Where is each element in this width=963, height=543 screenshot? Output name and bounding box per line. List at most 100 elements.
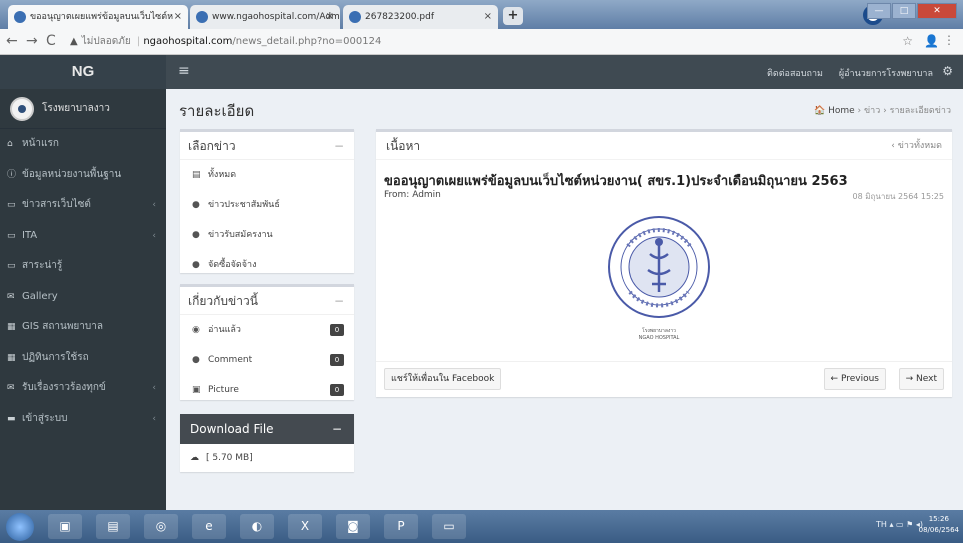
info-icon: ⓘ: [7, 169, 17, 180]
sidebar-item-label: รับเรื่องราวร้องทุกข์: [22, 382, 106, 393]
close-tab-icon[interactable]: ×: [174, 5, 182, 29]
internet-explorer-icon[interactable]: e: [192, 514, 226, 539]
sidebar-item-gallery[interactable]: ✉ Gallery: [0, 282, 166, 313]
all-news-label: ข่าวทั้งหมด: [897, 141, 942, 151]
sidebar-item-info[interactable]: ⓘ ข้อมูลหน่วยงานพื้นฐาน: [0, 160, 166, 191]
browser-menu-icon[interactable]: ⋮: [943, 33, 955, 47]
site-logo[interactable]: NG: [0, 55, 166, 89]
chrome-icon[interactable]: ◎: [144, 514, 178, 539]
contact-link[interactable]: ติดต่อสอบถาม: [767, 66, 823, 80]
content-area: รายละเอียด 🏠 Home › ข่าว › รายละเอียดข่า…: [166, 89, 963, 510]
reload-icon[interactable]: C: [46, 33, 56, 49]
excel-icon[interactable]: X: [288, 514, 322, 539]
collapse-icon[interactable]: −: [334, 287, 344, 315]
share-facebook-button[interactable]: แชร์ให้เพื่อนใน Facebook: [384, 368, 502, 390]
list-item-label: จัดซื้อจัดจ้าง: [208, 260, 257, 270]
clock[interactable]: 15:26 08/06/2564: [919, 514, 959, 536]
user-name: โรงพยาบาลงาว: [42, 103, 110, 114]
download-title: Download File: [190, 422, 274, 436]
sidebar-item-complaints[interactable]: ✉ รับเรื่องราวร้องทุกข์ ‹: [0, 373, 166, 404]
all-news-link[interactable]: ‹ ข่าวทั้งหมด: [891, 132, 942, 160]
line-icon[interactable]: ◙: [336, 514, 370, 539]
sidebar-item-knowledge[interactable]: ▭ สาระน่ารู้: [0, 251, 166, 282]
bookmark-star-icon[interactable]: ☆: [902, 34, 913, 48]
start-button[interactable]: [6, 513, 34, 541]
news-filter-jobs[interactable]: ● ข่าวรับสมัครงาน: [180, 220, 354, 250]
news-filter-procurement[interactable]: ● จัดซื้อจัดจ้าง: [180, 250, 354, 280]
seal-caption: โรงพยาบาลงาว NGAO HOSPITAL: [604, 328, 714, 342]
box-title: เลือกข่าว −: [180, 132, 354, 160]
previous-button[interactable]: ← Previous: [823, 368, 886, 390]
close-tab-icon[interactable]: ×: [484, 5, 492, 29]
taskbar-app-icon[interactable]: ▣: [48, 514, 82, 539]
clock-time: 15:26: [928, 515, 949, 523]
count-badge: 0: [330, 354, 344, 366]
taskbar-app-icon[interactable]: ▭: [432, 514, 466, 539]
avatar: [10, 97, 34, 121]
browser-tab[interactable]: www.ngaohospital.com/Admin/ ×: [190, 5, 340, 29]
comment-icon: ●: [192, 355, 200, 365]
download-header: Download File −: [180, 414, 354, 444]
collapse-icon[interactable]: −: [332, 414, 342, 444]
sidebar-item-home[interactable]: ⌂ หน้าแรก: [0, 129, 166, 160]
address-bar: ← → C ▲ ไม่ปลอดภัย | ngaohospital.com/news…: [0, 29, 963, 55]
window-controls: — □ ✕: [867, 3, 957, 21]
gears-icon[interactable]: ⚙: [942, 64, 953, 78]
inbox-icon: ▤: [192, 170, 201, 180]
news-filter-pr[interactable]: ● ข่าวประชาสัมพันธ์: [180, 190, 354, 220]
account-icon[interactable]: 👤: [924, 34, 939, 48]
list-item-label: อ่านแล้ว: [208, 325, 241, 335]
language-indicator[interactable]: TH: [876, 520, 887, 529]
folder-icon: ▬: [7, 413, 16, 424]
content-title: เนื้อหา: [386, 139, 421, 153]
url-field[interactable]: ▲ ไม่ปลอดภัย | ngaohospital.com/news_detai…: [70, 33, 910, 51]
forward-icon[interactable]: →: [26, 33, 38, 49]
close-window-icon[interactable]: ✕: [917, 3, 957, 19]
url-host: ngaohospital.com: [143, 36, 233, 47]
monitor-icon: ▭: [7, 261, 16, 271]
minimize-icon[interactable]: —: [867, 3, 891, 19]
maximize-icon[interactable]: □: [892, 3, 916, 19]
table-icon: ▦: [7, 322, 16, 332]
publisher-icon[interactable]: P: [384, 514, 418, 539]
count-badge: 0: [330, 324, 344, 336]
next-button[interactable]: → Next: [898, 368, 944, 390]
breadcrumb-current: รายละเอียดข่าว: [889, 106, 951, 116]
close-tab-icon[interactable]: ×: [326, 5, 334, 29]
clock-date: 08/06/2564: [918, 526, 959, 534]
sidebar-item-label: Gallery: [22, 290, 58, 302]
taskbar-app-icon[interactable]: ◐: [240, 514, 274, 539]
seal-caption-thai: โรงพยาบาลงาว: [642, 328, 676, 334]
cloud-download-icon: ☁: [190, 453, 199, 463]
sidebar-item-calendar[interactable]: ▦ ปฏิทินการใช้รถ: [0, 343, 166, 374]
sidebar-item-label: เข้าสู่ระบบ: [22, 412, 68, 424]
sidebar-item-news[interactable]: ▭ ข่าวสารเว็บไซต์ ‹: [0, 190, 166, 221]
url-path: /news_detail.php?no=000124: [232, 36, 382, 47]
news-date: 08 มิถุนายน 2564 15:25: [852, 192, 944, 201]
news-filter-all[interactable]: ▤ ทั้งหมด: [180, 160, 354, 190]
taskbar: ▣ ▤ ◎ e ◐ X ◙ P ▭ TH ▴ ▭ ⚑ ◂) 15:26 08/0…: [0, 510, 963, 543]
download-file-link[interactable]: ☁ [ 5.70 MB]: [180, 444, 354, 472]
hamburger-icon[interactable]: ≡: [178, 63, 190, 79]
director-link[interactable]: ผู้อำนวยการโรงพยาบาล: [839, 66, 933, 80]
browser-tab[interactable]: 267823200.pdf ×: [343, 5, 498, 29]
system-tray: TH ▴ ▭ ⚑ ◂): [876, 520, 923, 529]
breadcrumb-news[interactable]: ข่าว: [864, 106, 880, 116]
tab-label: www.ngaohospital.com/Admin/: [212, 12, 340, 22]
breadcrumb: 🏠 Home › ข่าว › รายละเอียดข่าว: [814, 106, 951, 116]
sidebar-item-ita[interactable]: ▭ ITA ‹: [0, 221, 166, 252]
browser-tab[interactable]: ขออนุญาตเผยแพร่ข้อมูลบนเว็บไซต์ห ×: [8, 5, 188, 29]
collapse-icon[interactable]: −: [334, 132, 344, 160]
sidebar-item-label: สาระน่ารู้: [22, 260, 63, 271]
warning-icon[interactable]: ▲: [70, 36, 78, 47]
chevron-left-icon: ‹: [152, 383, 156, 393]
envelope-icon: ✉: [7, 291, 15, 302]
new-tab-button[interactable]: +: [503, 7, 523, 25]
file-explorer-icon[interactable]: ▤: [96, 514, 130, 539]
breadcrumb-home[interactable]: Home: [828, 106, 855, 116]
list-item-label: Picture: [208, 385, 239, 395]
sidebar-item-login[interactable]: ▬ เข้าสู่ระบบ ‹: [0, 404, 166, 435]
sidebar-item-label: หน้าแรก: [22, 138, 59, 149]
sidebar-item-gis[interactable]: ▦ GIS สถานพยาบาล: [0, 312, 166, 343]
back-icon[interactable]: ←: [6, 33, 18, 49]
